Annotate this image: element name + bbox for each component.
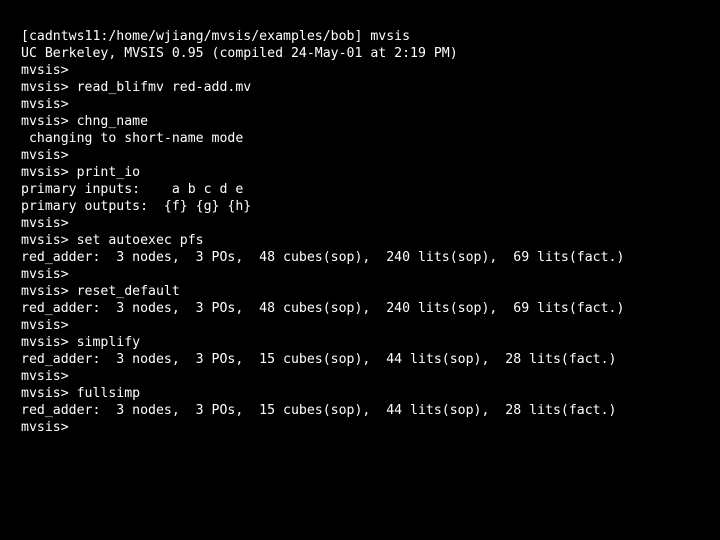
terminal-line: mvsis>	[21, 97, 69, 112]
terminal-window[interactable]: [cadntws11:/home/wjiang/mvsis/examples/b…	[0, 0, 720, 540]
terminal-line: mvsis> read_blifmv red-add.mv	[21, 80, 252, 95]
terminal-line: mvsis>	[21, 318, 69, 333]
terminal-line: mvsis>	[21, 216, 69, 231]
terminal-line: mvsis> reset_default	[21, 284, 180, 299]
terminal-line: mvsis>	[21, 369, 69, 384]
terminal-line: mvsis>	[21, 63, 69, 78]
terminal-line: mvsis>	[21, 420, 69, 435]
terminal-output: [cadntws11:/home/wjiang/mvsis/examples/b…	[21, 28, 720, 436]
terminal-line: red_adder: 3 nodes, 3 POs, 15 cubes(sop)…	[21, 403, 617, 418]
terminal-line: mvsis>	[21, 267, 69, 282]
terminal-line: red_adder: 3 nodes, 3 POs, 48 cubes(sop)…	[21, 301, 625, 316]
terminal-line: red_adder: 3 nodes, 3 POs, 15 cubes(sop)…	[21, 352, 617, 367]
terminal-line: mvsis> print_io	[21, 165, 141, 180]
terminal-line: [cadntws11:/home/wjiang/mvsis/examples/b…	[21, 29, 411, 44]
terminal-line: mvsis> simplify	[21, 335, 141, 350]
terminal-line: UC Berkeley, MVSIS 0.95 (compiled 24-May…	[21, 46, 458, 61]
terminal-line: mvsis> fullsimp	[21, 386, 141, 401]
terminal-line: primary inputs: a b c d e	[21, 182, 244, 197]
terminal-line: mvsis>	[21, 148, 69, 163]
terminal-line: primary outputs: {f} {g} {h}	[21, 199, 252, 214]
terminal-line: red_adder: 3 nodes, 3 POs, 48 cubes(sop)…	[21, 250, 625, 265]
terminal-line: changing to short-name mode	[21, 131, 244, 146]
terminal-line: mvsis> set autoexec pfs	[21, 233, 204, 248]
terminal-line: mvsis> chng_name	[21, 114, 149, 129]
